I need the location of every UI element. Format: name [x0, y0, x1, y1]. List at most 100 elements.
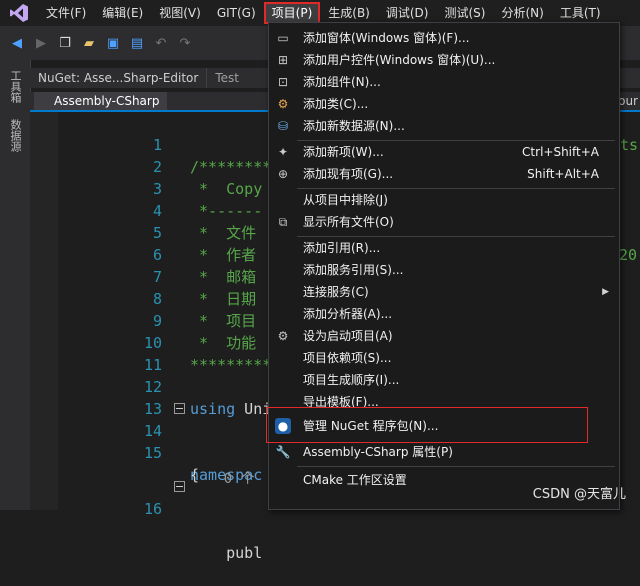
menu-item-label: 设为启动项目(A): [303, 329, 393, 343]
code-text: /*********: [190, 158, 281, 176]
line-number: 5: [152, 224, 162, 242]
visual-studio-logo-icon[interactable]: [0, 0, 38, 26]
menu-item-project-build-order[interactable]: 项目生成顺序(I)...: [269, 369, 619, 391]
menu-item-add-component[interactable]: ⊡ 添加组件(N)...: [269, 71, 619, 93]
menu-item-label: 项目生成顺序(I)...: [303, 373, 400, 387]
menu-item-set-startup-project[interactable]: ⚙ 设为启动项目(A): [269, 325, 619, 347]
menu-debug[interactable]: 调试(D): [378, 2, 437, 24]
menu-item-label: 添加服务引用(S)...: [303, 263, 404, 277]
line-number: 9: [152, 312, 162, 330]
menu-item-shortcut: Shift+Alt+A: [527, 167, 599, 181]
menu-item-add-existing-item[interactable]: ⊕ 添加现有项(G)... Shift+Alt+A: [269, 163, 619, 185]
line-number: 13: [143, 400, 162, 418]
code-line: 16 publ: [30, 476, 262, 562]
tab-nuget[interactable]: NuGet: Asse...Sharp-Editor: [30, 68, 207, 88]
file-tab-right-fragment: our: [618, 94, 638, 108]
file-tab-assembly-csharp[interactable]: Assembly-CSharp: [34, 92, 168, 110]
redo-icon[interactable]: ↷: [176, 34, 194, 52]
line-number: 14: [143, 422, 162, 440]
menu-item-label: 添加引用(R)...: [303, 241, 381, 255]
code-line: 7 * 日期: [30, 244, 256, 308]
code-lens[interactable]: 0 个: [30, 446, 255, 487]
code-text: * 功能: [190, 334, 257, 352]
menu-item-add-datasource[interactable]: ⛁ 添加新数据源(N)...: [269, 115, 619, 137]
code-line: 8 * 项目: [30, 266, 256, 330]
menu-item-label: Assembly-CSharp 属性(P): [303, 445, 453, 459]
left-sidebar: 工具箱 数据源: [0, 60, 31, 510]
menu-git[interactable]: GIT(G): [209, 2, 264, 24]
code-line: 6 * 邮箱: [30, 222, 256, 286]
code-line: 11: [30, 332, 162, 374]
menu-item-label: 显示所有文件(O): [303, 215, 394, 229]
menu-view[interactable]: 视图(V): [151, 2, 209, 24]
menu-item-shortcut: Ctrl+Shift+A: [522, 145, 599, 159]
menu-test[interactable]: 测试(S): [436, 2, 493, 24]
menu-item-add-reference[interactable]: 添加引用(R)...: [269, 237, 619, 259]
save-icon[interactable]: ▣: [104, 34, 122, 52]
code-line: 12 using Uni: [30, 354, 271, 418]
line-number: 4: [152, 202, 162, 220]
keyword-using: using: [190, 400, 236, 418]
code-text: * 文件: [190, 224, 257, 242]
code-text: * 邮箱: [190, 268, 257, 286]
watermark: CSDN @天富儿: [532, 487, 626, 502]
menu-analyze[interactable]: 分析(N): [493, 2, 551, 24]
code-line: 13: [30, 376, 162, 418]
menu-item-show-all-files[interactable]: ⧉ 显示所有文件(O): [269, 211, 619, 233]
code-line: 1 /*********: [30, 112, 280, 176]
menu-project[interactable]: 项目(P): [263, 2, 321, 24]
menu-item-label: CMake 工作区设置: [303, 473, 407, 487]
menu-item-label: 添加类(C)...: [303, 97, 369, 111]
line-number: 3: [152, 180, 162, 198]
menu-item-label: 连接服务(C): [303, 285, 369, 299]
forward-icon[interactable]: ▶: [32, 34, 50, 52]
menu-item-label: 添加组件(N)...: [303, 75, 381, 89]
code-text: * Copy: [190, 180, 263, 198]
menu-item-add-analyzer[interactable]: 添加分析器(A)...: [269, 303, 619, 325]
code-line: 3 *------: [30, 156, 262, 220]
gear-icon: ⚙: [277, 329, 289, 343]
undo-icon[interactable]: ↶: [152, 34, 170, 52]
menu-item-add-service-reference[interactable]: 添加服务引用(S)...: [269, 259, 619, 281]
add-new-item-icon: ✦: [277, 145, 289, 159]
open-folder-icon[interactable]: ▰: [80, 34, 98, 52]
line-number: 12: [143, 378, 162, 396]
collapse-icon[interactable]: [174, 403, 185, 414]
menu-item-label: 添加分析器(A)...: [303, 307, 393, 321]
menu-file[interactable]: 文件(F): [38, 2, 94, 24]
code-line: 10 *********: [30, 310, 271, 374]
submenu-arrow-icon: ▶: [602, 287, 609, 297]
tab-test[interactable]: Test: [206, 68, 247, 88]
menu-item-project-properties[interactable]: 🔧 Assembly-CSharp 属性(P): [269, 441, 619, 463]
code-text: *------: [190, 202, 263, 220]
save-all-icon[interactable]: ▤: [128, 34, 146, 52]
menu-item-add-user-control[interactable]: ⊞ 添加用户控件(Windows 窗体)(U)...: [269, 49, 619, 71]
menu-item-connected-services[interactable]: 连接服务(C) ▶: [269, 281, 619, 303]
menu-item-exclude-from-project[interactable]: 从项目中排除(J): [269, 189, 619, 211]
menu-item-add-form[interactable]: ▭ 添加窗体(Windows 窗体)(F)...: [269, 27, 619, 49]
new-project-icon[interactable]: ❐: [56, 34, 74, 52]
menu-item-add-new-item[interactable]: ✦ 添加新项(W)... Ctrl+Shift+A: [269, 141, 619, 163]
sidebar-tab-datasources[interactable]: 数据源: [7, 113, 23, 158]
code-line: 14 namespac: [30, 398, 262, 484]
sidebar-tab-toolbox[interactable]: 工具箱: [7, 64, 23, 109]
code-text: * 作者: [190, 246, 257, 264]
back-icon[interactable]: ◀: [8, 34, 26, 52]
menu-item-label: 项目依赖项(S)...: [303, 351, 392, 365]
line-number: 15: [143, 444, 162, 462]
collapse-icon[interactable]: [174, 481, 185, 492]
add-class-icon: ⚙: [277, 97, 289, 111]
code-text: * 日期: [190, 290, 257, 308]
menu-tools[interactable]: 工具(T): [552, 2, 609, 24]
menu-edit[interactable]: 编辑(E): [94, 2, 151, 24]
highlight-box: [266, 407, 588, 443]
menu-build[interactable]: 生成(B): [320, 2, 378, 24]
code-lens-text: 0 个: [190, 471, 255, 487]
code-text: publ: [190, 544, 263, 562]
menu-item-add-class[interactable]: ⚙ 添加类(C)...: [269, 93, 619, 115]
add-form-icon: ▭: [277, 31, 289, 45]
wrench-icon: 🔧: [275, 445, 291, 459]
line-number: 10: [143, 334, 162, 352]
menu-item-project-dependencies[interactable]: 项目依赖项(S)...: [269, 347, 619, 369]
code-line: 5 * 作者: [30, 200, 256, 264]
